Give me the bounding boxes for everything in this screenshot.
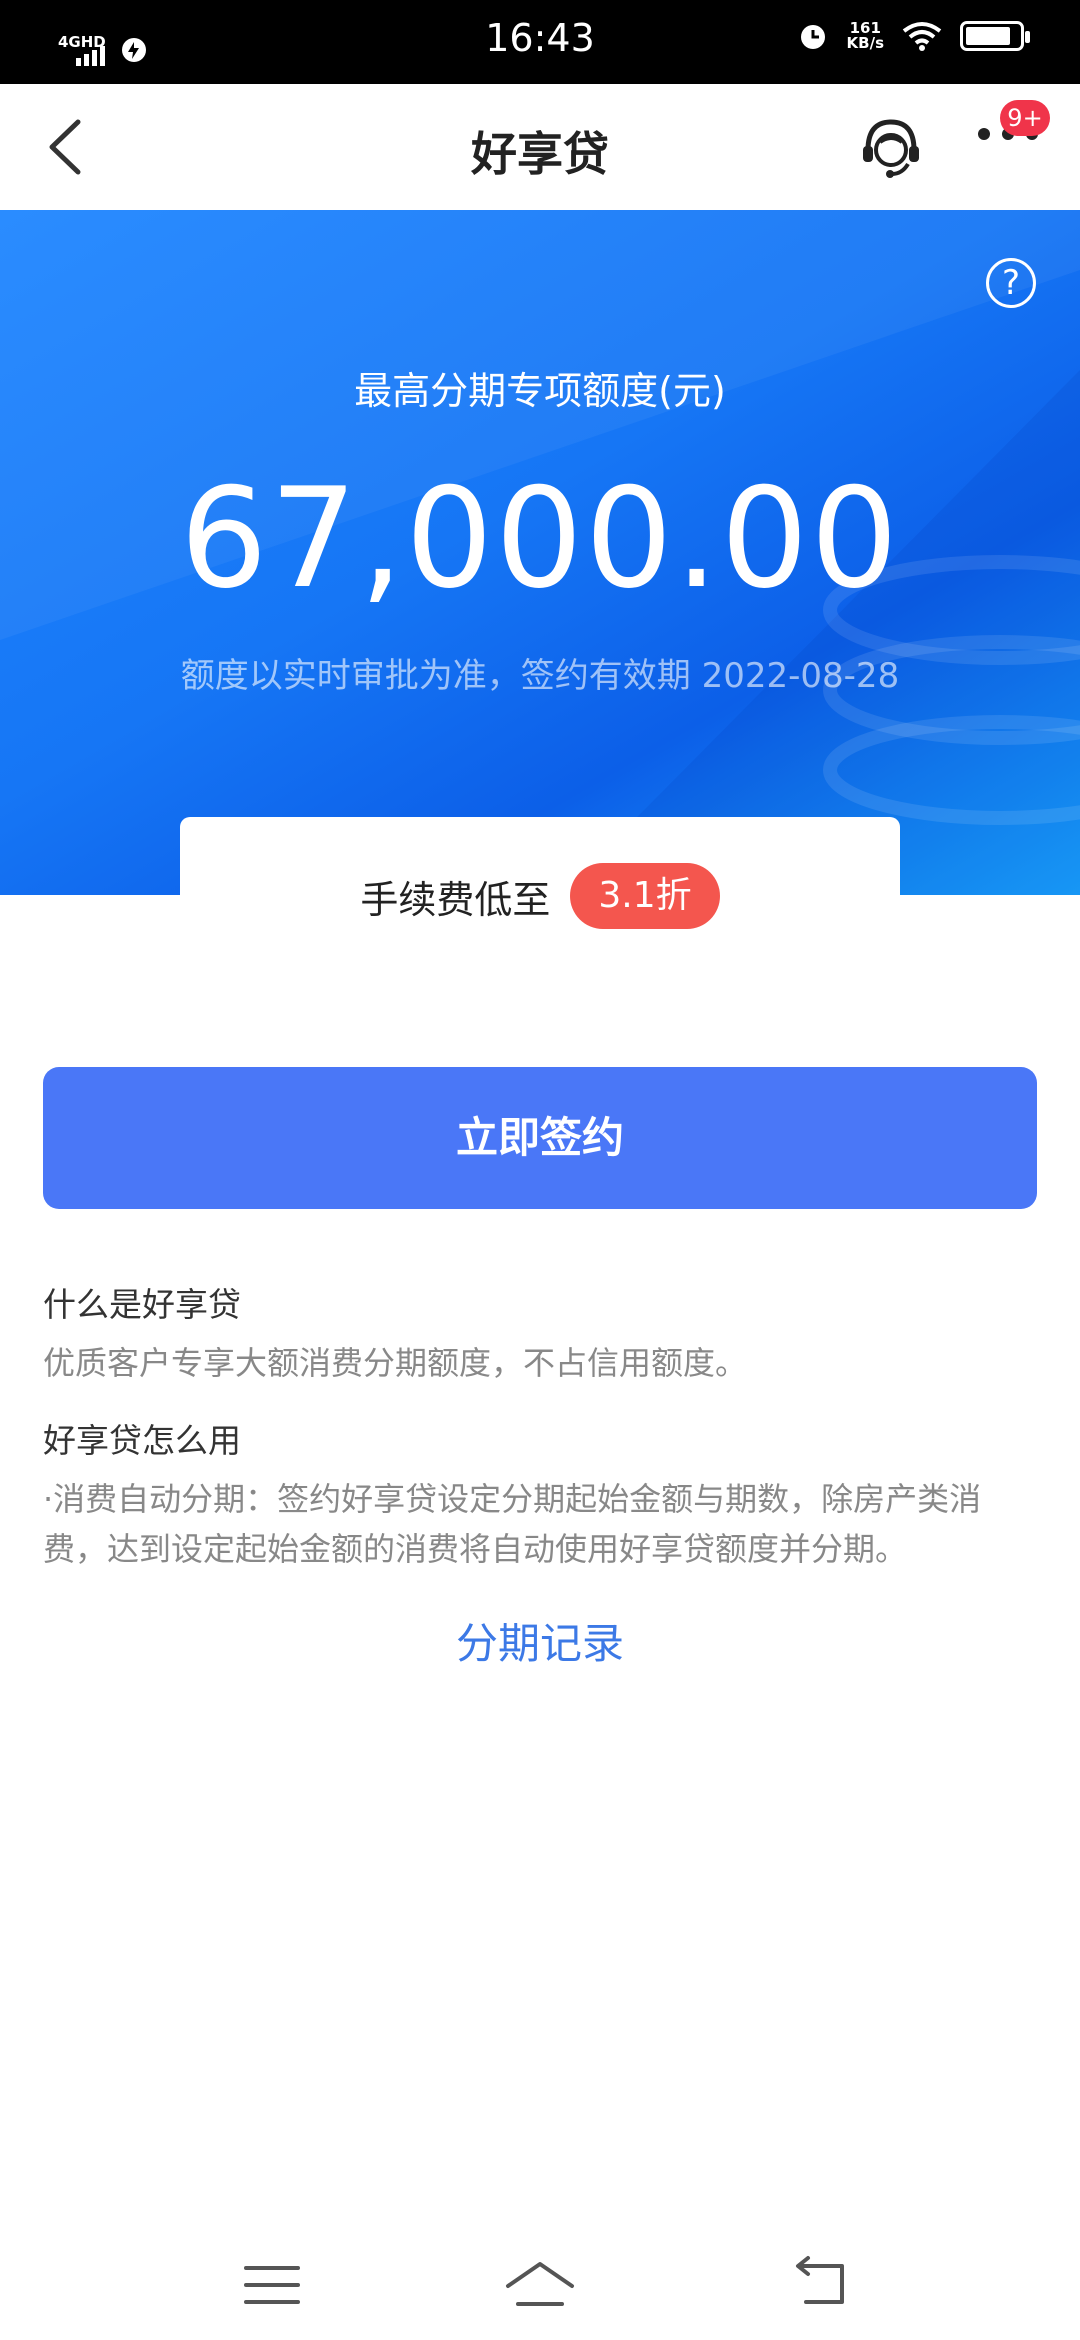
status-right: 161 KB/s xyxy=(797,20,1030,52)
credit-label: 最高分期专项额度(元) xyxy=(354,369,726,413)
system-nav-bar xyxy=(0,2220,1080,2340)
discount-tag: 3.1折 xyxy=(570,863,720,929)
speed-unit: KB/s xyxy=(846,34,884,52)
fee-row: 手续费低至 3.1折 xyxy=(180,863,900,929)
fee-text: 手续费低至 xyxy=(360,877,551,922)
fee-card: 手续费低至 3.1折 xyxy=(180,817,900,929)
battery-icon xyxy=(960,21,1030,51)
help-circle-icon[interactable]: ? xyxy=(986,258,1036,308)
faq-question-how: 好享贷怎么用 xyxy=(43,1421,241,1460)
credit-amount: 67,000.00 xyxy=(179,458,901,619)
credit-hero: ? 最高分期专项额度(元) 67,000.00 额度以实时审批为准，签约有效期 … xyxy=(0,210,1080,895)
return-icon[interactable] xyxy=(782,2250,862,2320)
faq-answer-how: ·消费自动分期：签约好享贷设定分期起始金额与期数，除房产类消费，达到设定起始金额… xyxy=(43,1480,982,1568)
faq-answer-what: 优质客户专享大额消费分期额度，不占信用额度。 xyxy=(43,1344,748,1382)
sign-now-button[interactable]: 立即签约 xyxy=(43,1067,1037,1209)
home-icon[interactable] xyxy=(500,2250,580,2320)
installment-records-link[interactable]: 分期记录 xyxy=(0,1610,1080,1671)
network-speed: 161 KB/s xyxy=(847,21,884,51)
validity-note: 额度以实时审批为准，签约有效期 2022-08-28 xyxy=(180,656,900,696)
wifi-icon xyxy=(902,22,942,51)
info-section: 什么是好享贷 优质客户专享大额消费分期额度，不占信用额度。 好享贷怎么用 ·消费… xyxy=(43,1280,1043,1574)
nav-bar: 好享贷 9+ xyxy=(0,84,1080,210)
faq-question-what: 什么是好享贷 xyxy=(43,1285,241,1324)
menu-icon[interactable] xyxy=(232,2250,312,2320)
alarm-icon xyxy=(800,25,825,49)
notification-badge: 9+ xyxy=(1000,100,1050,136)
customer-service-icon[interactable] xyxy=(858,114,924,180)
status-bar: 4GHD 16:43 161 KB/s xyxy=(0,0,1080,84)
